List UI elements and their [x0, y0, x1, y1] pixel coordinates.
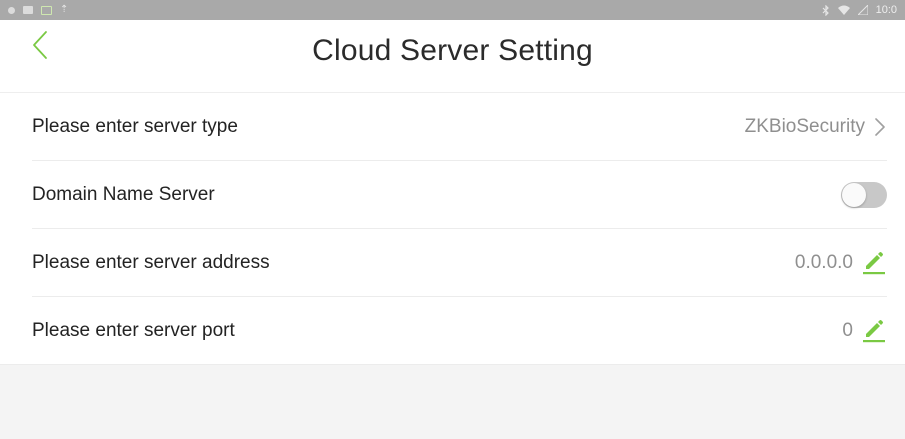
server-port-label: Please enter server port	[32, 320, 235, 341]
server-port-row[interactable]: Please enter server port 0	[0, 297, 905, 365]
server-address-label: Please enter server address	[32, 252, 270, 273]
notification-dot-icon	[8, 6, 15, 14]
header: Cloud Server Setting	[0, 20, 905, 92]
server-type-value: ZKBioSecurity	[744, 116, 865, 137]
server-address-value: 0.0.0.0	[794, 252, 853, 273]
status-bar-right-icons: 10:0	[822, 4, 897, 16]
pencil-edit-icon[interactable]	[861, 318, 887, 344]
gallery-icon	[41, 5, 52, 15]
bluetooth-icon	[822, 4, 829, 16]
signal-icon	[857, 5, 868, 15]
toggle-knob	[842, 183, 866, 207]
server-type-label: Please enter server type	[32, 116, 238, 137]
server-port-value: 0	[842, 320, 853, 341]
status-time: 10:0	[875, 4, 897, 16]
wifi-icon	[837, 5, 850, 15]
page-title: Cloud Server Setting	[312, 34, 593, 67]
server-address-row[interactable]: Please enter server address 0.0.0.0	[0, 229, 905, 297]
domain-name-server-label: Domain Name Server	[32, 184, 215, 205]
image-icon	[23, 6, 33, 14]
empty-footer-area	[0, 365, 905, 439]
server-type-row[interactable]: Please enter server type ZKBioSecurity	[0, 93, 905, 161]
status-bar: ⇡ 10:0	[0, 0, 905, 20]
settings-list: Please enter server type ZKBioSecurity D…	[0, 92, 905, 365]
pencil-edit-icon[interactable]	[861, 250, 887, 276]
domain-name-server-row: Domain Name Server	[0, 161, 905, 229]
chevron-right-icon	[875, 118, 885, 136]
upload-icon: ⇡	[60, 4, 69, 15]
domain-name-server-toggle[interactable]	[841, 182, 887, 208]
status-bar-left-icons: ⇡	[8, 5, 68, 15]
